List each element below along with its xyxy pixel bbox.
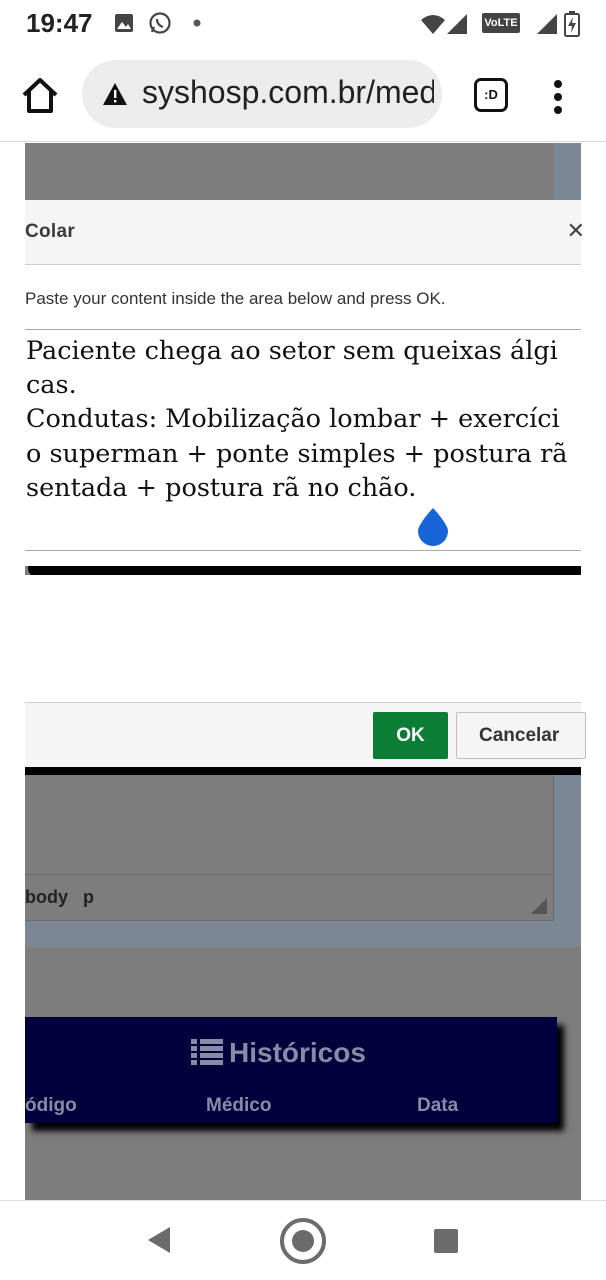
status-time: 19:47 (26, 8, 93, 38)
home-nav-icon[interactable] (280, 1218, 326, 1264)
resize-grip-icon[interactable] (531, 898, 547, 914)
column-header-data[interactable]: Data (417, 1095, 458, 1117)
paste-content: Paciente chega ao setor sem queixas álgi… (26, 334, 581, 505)
tab-switcher-button[interactable]: :D (474, 78, 508, 112)
dialog-shadow (25, 767, 581, 775)
url-text: syshosp.com.br/med (142, 74, 434, 110)
volte-badge: VoLTE (482, 13, 520, 33)
battery-charging-icon (564, 11, 580, 37)
ok-button[interactable]: OK (373, 712, 448, 759)
paste-line: sentada + postura rã no chão. (26, 472, 417, 503)
element-path: body p (25, 887, 94, 908)
editor-frame-edge (554, 143, 581, 200)
dialog-body: Paste your content inside the area below… (25, 265, 581, 566)
paste-textarea[interactable]: Paciente chega ao setor sem queixas álgi… (25, 329, 581, 551)
not-secure-warning-icon[interactable] (102, 82, 128, 106)
whatsapp-icon (149, 12, 171, 34)
paste-line: o superman + ponte simples + postura rã (26, 438, 568, 469)
address-bar[interactable]: syshosp.com.br/med (82, 60, 442, 128)
home-icon[interactable] (20, 76, 60, 116)
editor-content-area[interactable] (25, 775, 554, 875)
editor-status-path: body p (25, 875, 554, 921)
dot-icon (193, 19, 201, 27)
image-icon (115, 14, 133, 32)
dialog-footer: OK Cancelar (25, 702, 586, 767)
signal-icon (537, 14, 557, 34)
paste-line: Paciente chega ao setor sem queixas álgi (26, 336, 558, 366)
close-icon[interactable]: ✕ (567, 218, 585, 244)
column-header-medico[interactable]: Médico (206, 1095, 271, 1117)
dialog-spacer (25, 575, 581, 702)
list-icon (191, 1039, 223, 1065)
home-nav-dot (292, 1230, 314, 1252)
paste-line: cas. (26, 370, 77, 401)
paste-line: Condutas: Mobilização lombar + exercíci (26, 404, 560, 435)
overflow-menu-icon[interactable] (548, 78, 568, 118)
back-icon[interactable] (146, 1225, 172, 1255)
cancel-button[interactable]: Cancelar (456, 712, 586, 759)
text-cursor-handle-icon[interactable] (416, 506, 450, 546)
dialog-instruction: Paste your content inside the area below… (25, 289, 446, 308)
wifi-icon (421, 15, 445, 34)
path-body[interactable]: body (25, 887, 68, 907)
historicos-title: Históricos (191, 1037, 366, 1069)
page-content: Colar ✕ Paste your content inside the ar… (0, 143, 606, 1200)
historicos-title-text: Históricos (229, 1037, 366, 1068)
path-p[interactable]: p (83, 887, 94, 907)
recent-apps-icon[interactable] (434, 1229, 458, 1253)
historicos-panel: Históricos ódigo Médico Data (25, 1017, 557, 1123)
browser-toolbar: syshosp.com.br/med :D (0, 50, 606, 142)
status-bar: 19:47 VoLTE (0, 0, 606, 50)
rich-text-editor: body p (25, 775, 581, 947)
column-header-codigo[interactable]: ódigo (25, 1095, 77, 1117)
system-nav-bar (0, 1200, 606, 1280)
dialog-header: Colar ✕ (25, 200, 585, 265)
signal-icon (447, 14, 467, 34)
dialog-title: Colar (25, 221, 76, 242)
